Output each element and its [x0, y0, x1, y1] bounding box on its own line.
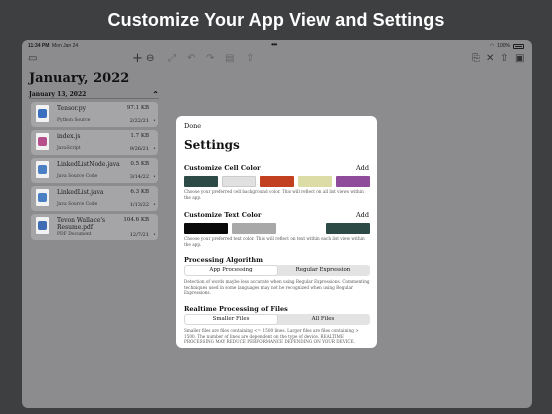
battery-icon: [513, 43, 524, 49]
file-type: JavaScript: [57, 146, 81, 151]
realtime-help: Smaller files are files containing <= 15…: [184, 328, 359, 345]
file-date: 3/14/22: [129, 174, 149, 180]
text-color-help: Choose your preferred text color. This w…: [184, 236, 365, 247]
file-type: Java Source Code: [57, 174, 98, 179]
file-size: 104.6 KB: [123, 217, 149, 223]
close-icon[interactable]: ✕: [486, 52, 494, 66]
file-date: 9/26/21: [129, 146, 149, 152]
status-bar: 11:34 PM Mon Jan 24 ••• ◠ 100%: [22, 40, 532, 51]
file-size: 1.7 KB: [130, 133, 149, 139]
file-type: PDF Document: [57, 232, 92, 237]
segment-smaller-files[interactable]: Smaller Files: [185, 315, 277, 324]
add-icon[interactable]: +: [132, 52, 143, 66]
section-date: January 13, 2022: [29, 91, 87, 98]
section-header[interactable]: January 13, 2022 ⌃: [29, 89, 159, 99]
algorithm-label: Processing Algorithm: [184, 256, 263, 264]
file-date: 1/13/22: [129, 202, 149, 208]
file-size: 0.5 KB: [130, 161, 149, 167]
expand-icon[interactable]: ⤢: [168, 52, 176, 66]
wifi-icon: ◠: [489, 43, 495, 49]
file-row-linkedlist[interactable]: LinkedList.java Java Source Code 6.3 KB …: [31, 186, 158, 211]
remove-circle-icon[interactable]: ⊖: [146, 52, 154, 66]
settings-gear-icon[interactable]: ▣: [515, 52, 524, 66]
file-badge: [38, 193, 47, 202]
sidebar-title: January, 2022: [29, 71, 130, 86]
file-date: 12/7/21: [129, 232, 149, 238]
file-size: 6.3 KB: [130, 189, 149, 195]
file-type: Java Source Code: [57, 202, 98, 207]
cell-color-label: Customize Cell Color: [184, 164, 261, 172]
file-type: Python Source: [57, 118, 91, 123]
realtime-label: Realtime Processing of Files: [184, 305, 288, 313]
cell-color-swatch[interactable]: [222, 176, 256, 187]
java-file-icon: [36, 161, 49, 178]
text-color-swatch[interactable]: [232, 223, 276, 234]
redo-icon[interactable]: ↷: [206, 52, 214, 66]
algorithm-help: Detection of words maybe less accurate w…: [184, 279, 370, 296]
sidebar-toggle-icon[interactable]: ▭: [28, 52, 37, 66]
new-file-icon[interactable]: ⎘: [472, 52, 480, 66]
text-color-label: Customize Text Color: [184, 211, 262, 219]
file-row-resume[interactable]: Tevon Wallace's Resume.pdf PDF Document …: [31, 214, 158, 240]
battery-percent: 100%: [497, 43, 510, 49]
file-badge: [38, 221, 47, 230]
add-text-color-button[interactable]: Add: [356, 211, 369, 219]
ipad-screen: 11:34 PM Mon Jan 24 ••• ◠ 100% ▭ + ⊖ ⤢ ↶…: [22, 40, 532, 408]
status-time: 11:34 PM: [28, 43, 50, 49]
add-cell-color-button[interactable]: Add: [356, 164, 369, 172]
file-badge: [38, 137, 47, 146]
file-name: Tevon Wallace's Resume.pdf: [57, 217, 106, 231]
status-date: Mon Jan 24: [52, 43, 79, 49]
file-name: index.js: [57, 133, 81, 140]
file-date: 2/22/21: [129, 118, 149, 124]
settings-title: Settings: [184, 138, 240, 152]
promo-headline: Customize Your App View and Settings: [107, 10, 445, 30]
file-badge: [38, 165, 47, 174]
file-name: LinkedListNode.java: [57, 161, 120, 168]
javascript-file-icon: [36, 133, 49, 150]
done-button[interactable]: Done: [184, 122, 201, 130]
more-icon[interactable]: •: [153, 174, 156, 180]
segment-regular-expression[interactable]: Regular Expression: [277, 266, 369, 275]
more-icon[interactable]: •: [153, 232, 156, 238]
toolbar: ▭ + ⊖ ⤢ ↶ ↷ ▤ ⇪ ⎘ ✕ ⇧ ▣: [22, 52, 532, 68]
java-file-icon: [36, 189, 49, 206]
more-icon[interactable]: •: [153, 118, 156, 124]
document-icon[interactable]: ▤: [225, 52, 234, 66]
pdf-file-icon: [36, 217, 49, 234]
file-row-index[interactable]: index.js JavaScript 1.7 KB 9/26/21 •: [31, 130, 158, 155]
share-icon[interactable]: ⇪: [246, 52, 254, 66]
more-icon[interactable]: •: [153, 202, 156, 208]
cell-color-help: Choose your preferred cell background co…: [184, 189, 364, 200]
text-color-swatch[interactable]: [326, 223, 370, 234]
file-row-linkedlistnode[interactable]: LinkedListNode.java Java Source Code 0.5…: [31, 158, 158, 183]
segment-app-processing[interactable]: App Processing: [185, 266, 277, 275]
cell-color-swatch[interactable]: [260, 176, 294, 187]
realtime-segmented-control: Smaller Files All Files: [184, 314, 370, 325]
undo-icon[interactable]: ↶: [187, 52, 195, 66]
text-color-swatch[interactable]: [184, 223, 228, 234]
cell-color-swatch[interactable]: [298, 176, 332, 187]
multitasking-dots-icon[interactable]: •••: [271, 40, 277, 49]
segment-all-files[interactable]: All Files: [277, 315, 369, 324]
file-badge: [38, 109, 47, 118]
file-name: LinkedList.java: [57, 189, 104, 196]
share-file-icon[interactable]: ⇧: [500, 52, 508, 66]
section-divider: [29, 98, 159, 99]
settings-modal: Done Settings Customize Cell Color Add C…: [176, 116, 377, 348]
algorithm-segmented-control: App Processing Regular Expression: [184, 265, 370, 276]
file-row-tensor[interactable]: Tensor.py Python Source 97.1 KB 2/22/21 …: [31, 102, 158, 127]
more-icon[interactable]: •: [153, 146, 156, 152]
python-file-icon: [36, 105, 49, 122]
cell-color-swatch[interactable]: [184, 176, 218, 187]
file-name: Tensor.py: [57, 105, 86, 112]
cell-color-swatch[interactable]: [336, 176, 370, 187]
file-size: 97.1 KB: [126, 105, 149, 111]
